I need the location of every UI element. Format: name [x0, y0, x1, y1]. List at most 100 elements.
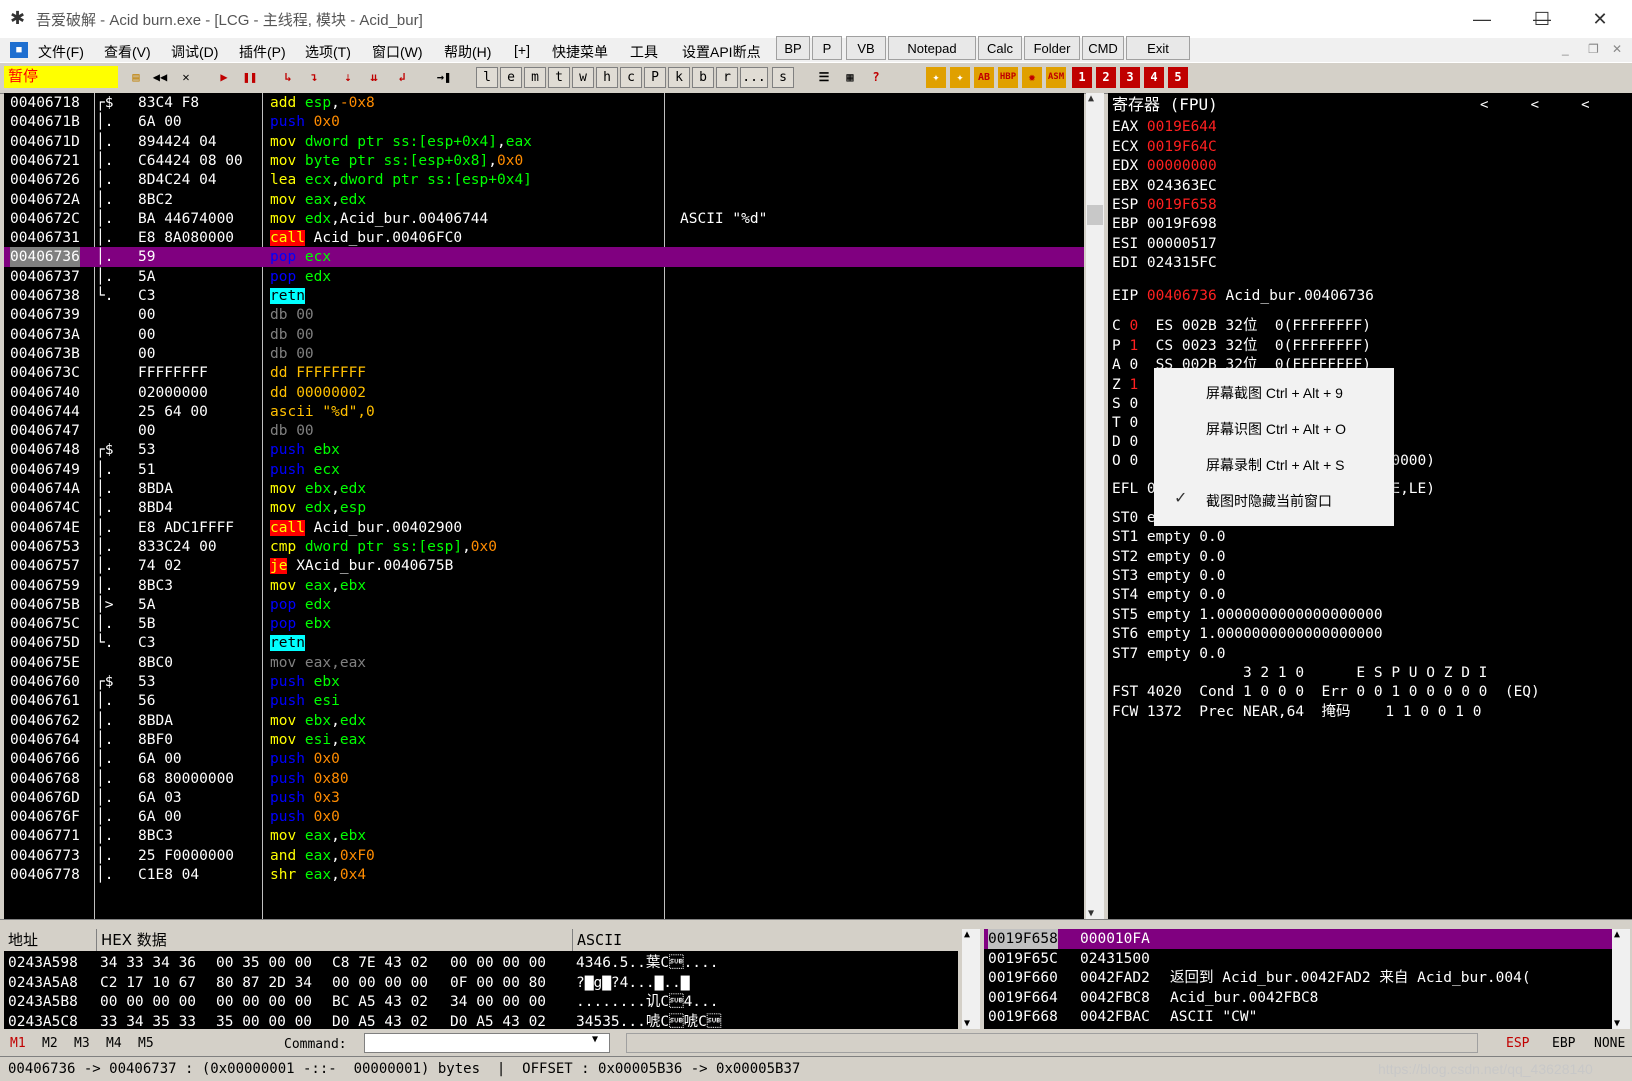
- menu-plugins[interactable]: 插件(P): [239, 42, 286, 62]
- disasm-row[interactable]: 00406737 │. 5A pop edx: [4, 267, 1084, 287]
- notepad-button[interactable]: Notepad: [888, 36, 976, 60]
- register-line[interactable]: EIP 00406736 Acid_bur.00406736: [1112, 286, 1374, 306]
- mark-2-icon[interactable]: 2: [1096, 67, 1116, 88]
- stack-row[interactable]: 0019F660 0042FAD2 返回到 Acid_bur.0042FAD2 来自…: [984, 968, 1612, 988]
- register-line[interactable]: P 1 CS 0023 32位 0(FFFFFFFF): [1112, 336, 1371, 356]
- menu-file[interactable]: 文件(F): [38, 42, 84, 62]
- stack-row[interactable]: 0019F668 0042FBAC ASCII "CW": [984, 1007, 1612, 1027]
- disasm-row[interactable]: 0040673A 00 db 00: [4, 325, 1084, 345]
- toolbar-c-button[interactable]: c: [620, 67, 642, 88]
- mark-1-icon[interactable]: 1: [1072, 67, 1092, 88]
- register-line[interactable]: ECX 0019F64C: [1112, 137, 1217, 157]
- register-line[interactable]: EDX 00000000: [1112, 156, 1217, 176]
- stack-row[interactable]: 0019F65C 02431500: [984, 949, 1612, 969]
- p-button[interactable]: P: [812, 36, 842, 60]
- calc-button[interactable]: Calc: [978, 36, 1022, 60]
- disassembly-pane[interactable]: 00406718 ┌$ 83C4 F8 add esp,-0x8 0040671B │. 6…: [4, 93, 1084, 919]
- disasm-row[interactable]: 00406748 ┌$ 53 push ebx: [4, 440, 1084, 460]
- mark-4-icon[interactable]: 4: [1144, 67, 1164, 88]
- mark-m4[interactable]: M4: [106, 1036, 122, 1051]
- menu-item-screenshot[interactable]: 屏幕截图 Ctrl + Alt + 9: [1206, 383, 1343, 403]
- register-line[interactable]: ST7 empty 0.0: [1112, 644, 1226, 664]
- mark-m3[interactable]: M3: [74, 1036, 90, 1051]
- menu-item-screen-record[interactable]: 屏幕录制 Ctrl + Alt + S: [1206, 455, 1344, 475]
- plugin-b-icon[interactable]: ✦: [950, 67, 970, 88]
- disasm-row[interactable]: 00406753 │. 833C24 00 cmp dword ptr ss:[esp…: [4, 537, 1084, 557]
- plugin-gear-icon[interactable]: ✹: [1022, 67, 1042, 88]
- stack-row[interactable]: 0019F664 0042FBC8 Acid_bur.0042FBC8: [984, 988, 1612, 1008]
- esp-toggle[interactable]: ESP: [1506, 1036, 1529, 1051]
- disasm-row[interactable]: 0040673B 00 db 00: [4, 344, 1084, 364]
- disassembly-scrollbar[interactable]: ▲ ▼: [1086, 93, 1104, 919]
- register-line[interactable]: D 0: [1112, 432, 1138, 452]
- command-input[interactable]: [364, 1033, 610, 1053]
- toolbar-e-button[interactable]: e: [500, 67, 522, 88]
- disasm-row[interactable]: 0040671B │. 6A 00 push 0x0: [4, 112, 1084, 132]
- open-file-icon[interactable]: ▤: [126, 67, 146, 88]
- mark-5-icon[interactable]: 5: [1168, 67, 1188, 88]
- hbp-icon[interactable]: HBP: [998, 67, 1018, 88]
- toolbar-s-button[interactable]: s: [772, 67, 794, 88]
- register-line[interactable]: EDI 024315FC: [1112, 253, 1217, 273]
- menu-plus[interactable]: [+]: [514, 42, 530, 58]
- disasm-row[interactable]: 00406726 │. 8D4C24 04 lea ecx,dword ptr ss:…: [4, 170, 1084, 190]
- disasm-row[interactable]: 00406718 ┌$ 83C4 F8 add esp,-0x8: [4, 93, 1084, 113]
- scroll-up-icon[interactable]: ▲: [1088, 93, 1094, 104]
- restart-icon[interactable]: ◀◀: [150, 67, 170, 88]
- close-process-icon[interactable]: ✕: [176, 67, 196, 88]
- disasm-row[interactable]: 00406749 │. 51 push ecx: [4, 460, 1084, 480]
- menu-window[interactable]: 窗口(W): [372, 42, 423, 62]
- register-line[interactable]: ST4 empty 0.0: [1112, 585, 1226, 605]
- disasm-row[interactable]: 00406731 │. E8 8A080000 call Acid_bur.00406…: [4, 228, 1084, 248]
- disasm-row[interactable]: 00406768 │. 68 80000000 push 0x80: [4, 769, 1084, 789]
- menu-debug[interactable]: 调试(D): [171, 42, 218, 62]
- disasm-row[interactable]: 0040671D │. 894424 04 mov dword ptr ss:[esp…: [4, 132, 1084, 152]
- disasm-row[interactable]: 0040673C FFFFFFFF dd FFFFFFFF: [4, 363, 1084, 383]
- toolbar-h-button[interactable]: h: [596, 67, 618, 88]
- menu-options[interactable]: 选项(T): [305, 42, 351, 62]
- help-icon[interactable]: ?: [866, 67, 886, 88]
- disasm-row[interactable]: 00406764 │. 8BF0 mov esi,eax: [4, 730, 1084, 750]
- menu-help[interactable]: 帮助(H): [444, 42, 491, 62]
- stack-row[interactable]: 0019F658 000010FA: [984, 929, 1612, 949]
- dump-scrollbar[interactable]: ▲ ▼: [962, 929, 980, 1029]
- disasm-row[interactable]: 0040672A │. 8BC2 mov eax,edx: [4, 190, 1084, 210]
- register-line[interactable]: C 0 ES 002B 32位 0(FFFFFFFF): [1112, 316, 1371, 336]
- toolbar-p-button[interactable]: P: [644, 67, 666, 88]
- minimize-window-button[interactable]: —: [1462, 6, 1502, 32]
- hex-dump-pane[interactable]: 地址 HEX 数据 ASCII 0243A598 34 33 34 36 00 35…: [4, 929, 958, 1029]
- asm-icon[interactable]: ASM: [1046, 67, 1066, 88]
- disasm-row[interactable]: 0040674C │. 8BD4 mov edx,esp: [4, 498, 1084, 518]
- disasm-row[interactable]: 0040672C │. BA 44674000 mov edx,Acid_bur.00…: [4, 209, 1084, 229]
- dump-scroll-up-icon[interactable]: ▲: [964, 929, 970, 940]
- disasm-row[interactable]: 0040675E 8BC0 mov eax,eax: [4, 653, 1084, 673]
- disasm-row[interactable]: 00406773 │. 25 F0000000 and eax,0xF0: [4, 846, 1084, 866]
- disasm-row[interactable]: 00406761 │. 56 push esi: [4, 691, 1084, 711]
- disasm-row[interactable]: 00406740 02000000 dd 00000002: [4, 383, 1084, 403]
- close-window-button[interactable]: ✕: [1580, 6, 1620, 32]
- disasm-row[interactable]: 00406744 25 64 00 ascii "%d",0: [4, 402, 1084, 422]
- folder-button[interactable]: Folder: [1024, 36, 1080, 60]
- disasm-row[interactable]: 0040675D └. C3 retn: [4, 633, 1084, 653]
- mdi-close-icon[interactable]: ✕: [1612, 42, 1622, 56]
- disasm-row[interactable]: 00406778 │. C1E8 04 shr eax,0x4: [4, 865, 1084, 885]
- grid-icon[interactable]: ▦: [840, 67, 860, 88]
- command-dropdown-icon[interactable]: ▼: [592, 1034, 598, 1045]
- register-line[interactable]: ST5 empty 1.0000000000000000000: [1112, 605, 1383, 625]
- register-line[interactable]: EBX 024363EC: [1112, 176, 1217, 196]
- disasm-row[interactable]: 00406759 │. 8BC3 mov eax,ebx: [4, 576, 1084, 596]
- disasm-row[interactable]: 00406762 │. 8BDA mov ebx,edx: [4, 711, 1084, 731]
- mark-3-icon[interactable]: 3: [1120, 67, 1140, 88]
- disasm-row[interactable]: 00406736 │. 59 pop ecx: [4, 247, 1084, 268]
- toolbar-t-button[interactable]: t: [548, 67, 570, 88]
- disasm-row[interactable]: 0040674E │. E8 ADC1FFFF call Acid_bur.00402…: [4, 518, 1084, 538]
- mark-m2[interactable]: M2: [42, 1036, 58, 1051]
- mdi-restore-icon[interactable]: ❐: [1588, 42, 1599, 56]
- dump-scroll-down-icon[interactable]: ▼: [964, 1018, 970, 1029]
- menu-tools[interactable]: 工具: [630, 42, 658, 62]
- cmd-button[interactable]: CMD: [1082, 36, 1124, 60]
- toolbar-r-button[interactable]: r: [716, 67, 738, 88]
- execute-till-return-icon[interactable]: ↲: [392, 67, 412, 88]
- register-line[interactable]: FST 4020 Cond 1 0 0 0 Err 0 0 1 0 0 0 0 …: [1112, 682, 1540, 702]
- disasm-row[interactable]: 00406739 00 db 00: [4, 305, 1084, 325]
